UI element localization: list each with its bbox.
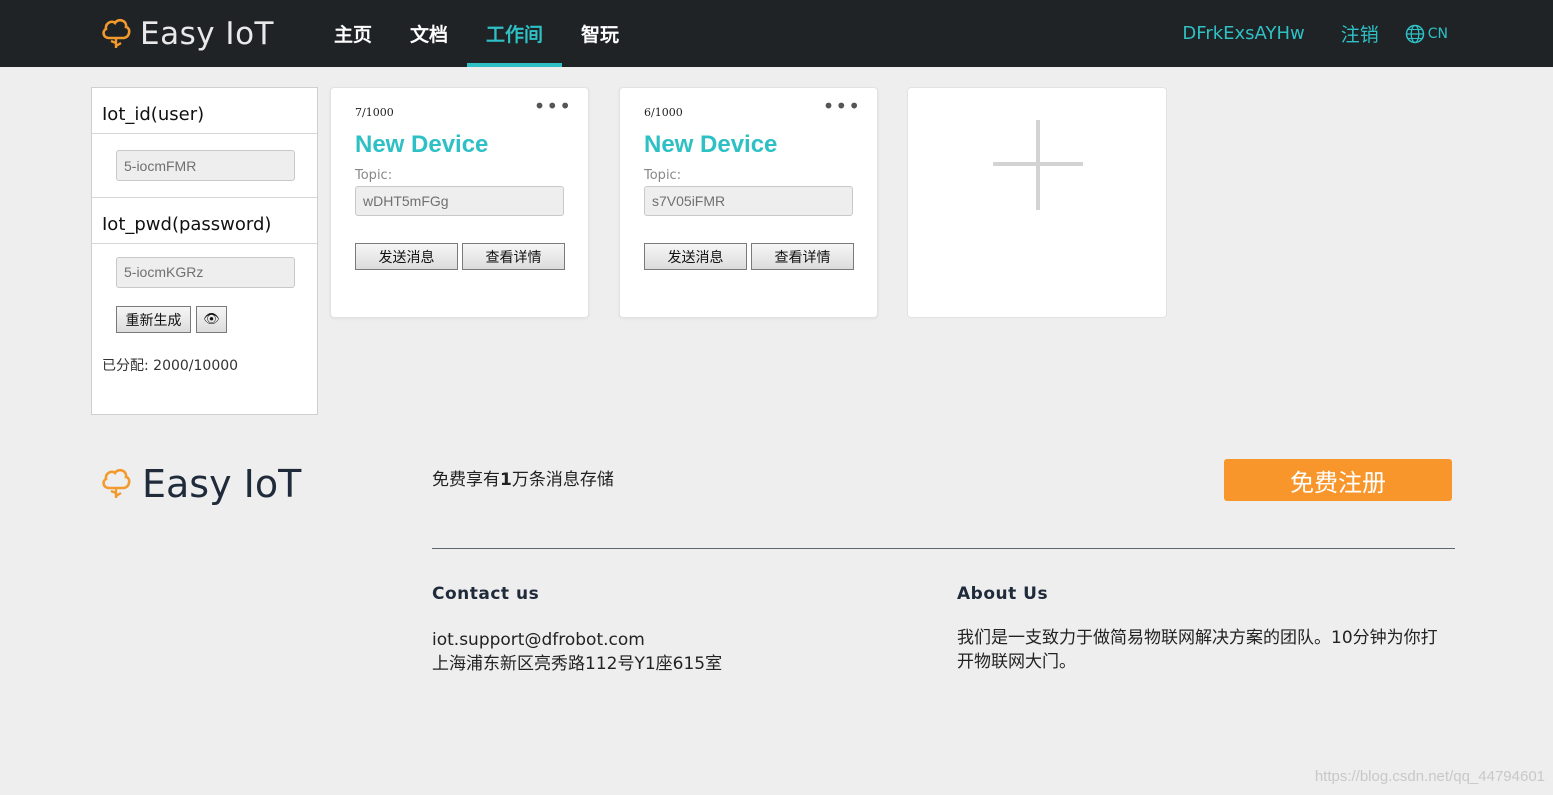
allocation-info: 已分配: 2000/10000 [102,355,317,375]
contact-address: 上海浦东新区亮秀路112号Y1座615室 [432,654,723,674]
footer-logo: Easy IoT [100,462,301,506]
top-navbar: Easy IoT 主页 文档 工作间 智玩 DFrkExsAYHw 注销 CN [0,0,1553,67]
brand-logo[interactable]: Easy IoT [100,12,274,56]
device-actions: 发送消息 查看详情 [355,243,565,270]
topic-field[interactable]: wDHT5mFGg [355,186,564,216]
credential-actions: 重新生成 👁 [116,306,317,333]
about-title: About Us [957,584,1049,604]
send-message-button[interactable]: 发送消息 [644,243,747,270]
promo-number: 1 [500,470,512,490]
message-count: 7/1000 [355,106,394,119]
topic-label: Topic: [644,168,682,183]
globe-icon [1405,24,1424,43]
topic-field[interactable]: s7V05iFMR [644,186,853,216]
watermark: https://blog.csdn.net/qq_44794601 [1314,768,1545,785]
promo-suffix: 万条消息存储 [511,470,614,490]
allocation-label: 已分配: [102,358,149,374]
main-nav: 主页 文档 工作间 智玩 [315,0,638,67]
device-card: 6/1000 ••• New Device Topic: s7V05iFMR 发… [619,87,878,318]
footer-brand-name: Easy IoT [142,462,302,506]
header-right: DFrkExsAYHw 注销 CN [1182,0,1448,67]
iot-id-field[interactable]: 5-iocmFMR [116,150,295,181]
credentials-panel: Iot_id(user) 5-iocmFMR Iot_pwd(password)… [91,87,318,415]
nav-docs[interactable]: 文档 [391,0,467,67]
iot-id-label: Iot_id(user) [92,88,317,134]
iot-pwd-label: Iot_pwd(password) [92,198,317,244]
view-details-button[interactable]: 查看详情 [462,243,565,270]
topic-label: Topic: [355,168,393,183]
device-name[interactable]: New Device [644,131,777,159]
nav-workshop[interactable]: 工作间 [467,0,563,67]
language-switch[interactable]: CN [1405,24,1448,44]
add-device-card[interactable] [907,87,1167,318]
iot-pwd-group: 5-iocmKGRz [92,244,317,300]
allocation-value: 2000/10000 [153,358,239,374]
message-count: 6/1000 [644,106,683,119]
more-options-icon[interactable]: ••• [534,96,572,116]
language-label: CN [1427,25,1448,42]
iot-pwd-field[interactable]: 5-iocmKGRz [116,256,295,288]
nav-home[interactable]: 主页 [315,0,391,67]
contact-email[interactable]: iot.support@dfrobot.com [432,628,645,652]
more-options-icon[interactable]: ••• [823,96,861,116]
device-name[interactable]: New Device [355,131,488,159]
brand-name: Easy IoT [140,16,274,52]
iot-id-group: 5-iocmFMR [92,134,317,198]
regenerate-button[interactable]: 重新生成 [116,306,191,333]
free-register-button[interactable]: 免费注册 [1224,459,1452,501]
nav-smart-play[interactable]: 智玩 [562,0,638,67]
username-link[interactable]: DFrkExsAYHw [1182,23,1304,44]
device-actions: 发送消息 查看详情 [644,243,854,270]
promo-prefix: 免费享有 [432,470,500,490]
cloud-tree-icon [102,468,131,498]
footer-divider [432,548,1455,549]
view-details-button[interactable]: 查看详情 [751,243,854,270]
send-message-button[interactable]: 发送消息 [355,243,458,270]
logout-link[interactable]: 注销 [1341,20,1379,47]
promo-text: 免费享有1万条消息存储 [432,465,614,490]
cloud-tree-icon [102,18,131,48]
about-text: 我们是一支致力于做简易物联网解决方案的团队。10分钟为你打开物联网大门。 [957,628,1438,672]
device-card: 7/1000 ••• New Device Topic: wDHT5mFGg 发… [330,87,589,318]
show-password-button[interactable]: 👁 [196,306,227,333]
contact-title: Contact us [432,584,540,604]
eye-icon: 👁 [203,312,220,327]
